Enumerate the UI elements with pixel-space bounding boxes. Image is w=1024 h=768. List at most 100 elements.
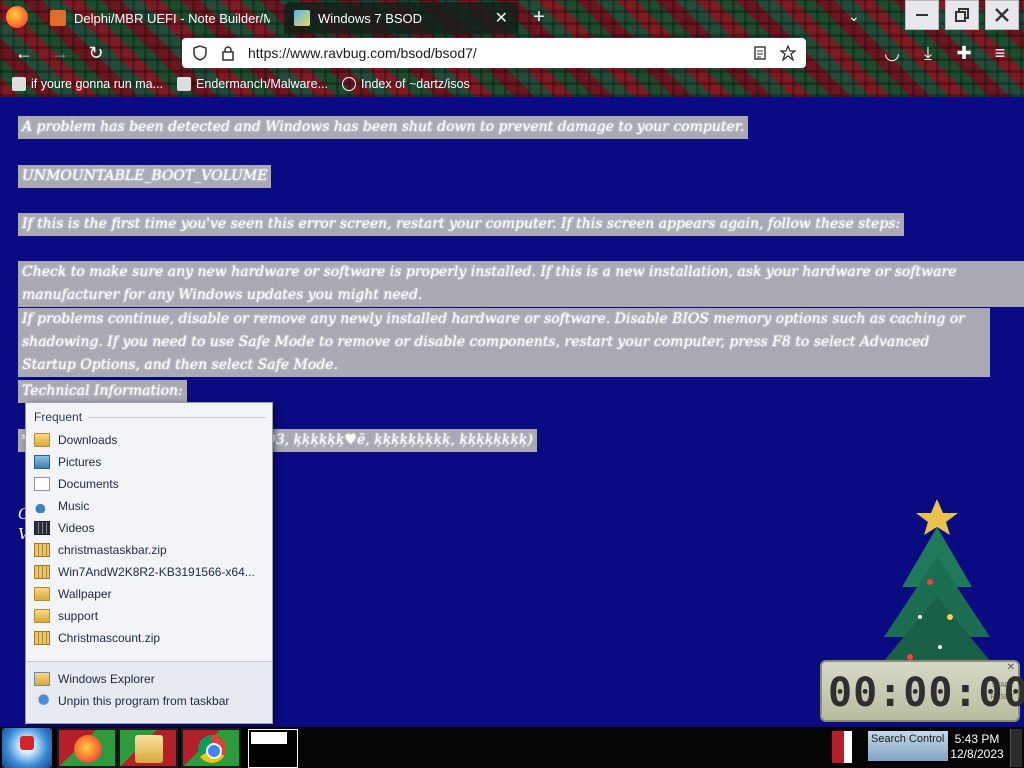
jumplist-item-label: christmastaskbar.zip xyxy=(58,543,167,557)
jumplist-task-windows-explorer[interactable]: Windows Explorer xyxy=(34,668,264,690)
jumplist-item[interactable]: Win7AndW2K8R2-KB3191566-x64... xyxy=(34,561,266,583)
start-button-santa-icon[interactable] xyxy=(2,728,52,768)
tray-flag-icon[interactable] xyxy=(832,731,852,763)
app-menu-icon[interactable]: ≡ xyxy=(990,44,1010,62)
firefox-menu-icon[interactable] xyxy=(6,6,28,28)
bookmark-label: Index of ~dartz/isos xyxy=(361,77,470,91)
bookmark-favicon-icon xyxy=(12,77,26,91)
taskbar-window-thumbnail[interactable] xyxy=(248,729,298,768)
bsod-line: Check to make sure any new hardware or s… xyxy=(18,261,1024,307)
restore-button[interactable] xyxy=(945,0,979,30)
downloads-folder-icon xyxy=(34,433,50,447)
jumplist-item-label: Downloads xyxy=(58,433,118,447)
jumplist-item-label: Win7AndW2K8R2-KB3191566-x64... xyxy=(58,565,255,579)
countdown-timer-widget[interactable]: ✕ START RESET 00:00:00 xyxy=(820,660,1024,722)
file-explorer-icon xyxy=(135,735,163,763)
jumplist-items: Downloads Pictures Documents Music Video… xyxy=(34,429,266,649)
taskbar: Search Control 5:43 PM 12/8/2023 xyxy=(0,727,1024,768)
extensions-icon[interactable]: ✚ xyxy=(954,44,974,62)
taskbar-chrome[interactable] xyxy=(181,728,241,768)
bsod-line: A problem has been detected and Windows … xyxy=(18,116,749,139)
restore-icon xyxy=(955,8,969,22)
close-icon xyxy=(995,8,1009,22)
bookmark-star-icon[interactable] xyxy=(780,45,796,61)
reader-view-icon[interactable] xyxy=(752,45,768,61)
jumplist-item[interactable]: Pictures xyxy=(34,451,266,473)
close-tab-icon[interactable]: ✕ xyxy=(495,8,508,28)
bsod-technical-heading: Technical Information: xyxy=(18,380,187,403)
tab-title: Windows 7 BSOD xyxy=(318,10,423,26)
system-clock[interactable]: 5:43 PM 12/8/2023 xyxy=(948,732,1006,762)
address-bar[interactable]: https://www.ravbug.com/bsod/bsod7/ xyxy=(182,38,806,68)
jumplist-item-label: Pictures xyxy=(58,455,102,469)
taskbar-explorer[interactable] xyxy=(118,728,178,768)
jumplist-task-label: Unpin this program from taskbar xyxy=(58,694,230,708)
jumplist-tasks: Windows Explorer Unpin this program from… xyxy=(26,661,272,723)
ravbug-favicon-icon xyxy=(294,10,310,26)
delphi-favicon-icon xyxy=(50,10,66,26)
jumplist-item[interactable]: christmastaskbar.zip xyxy=(34,539,266,561)
tab-note-builder[interactable]: Delphi/MBR UEFI - Note Builder/M xyxy=(40,2,280,34)
bookmark-item[interactable]: Endermanch/Malware... xyxy=(177,77,328,91)
zip-icon xyxy=(34,565,50,579)
documents-icon xyxy=(34,477,50,491)
jumplist-header: Frequent xyxy=(34,410,266,424)
jumplist-item[interactable]: Music xyxy=(34,495,266,517)
timer-display: 00:00:00 xyxy=(828,670,1024,716)
videos-icon xyxy=(34,521,50,535)
bsod-line: If this is the first time you've seen th… xyxy=(18,213,905,236)
list-all-tabs-icon[interactable]: ⌄ xyxy=(848,8,860,25)
jumplist-item[interactable]: Wallpaper xyxy=(34,583,266,605)
close-window-button[interactable] xyxy=(985,0,1019,30)
downloads-icon[interactable]: ⤓ xyxy=(918,44,938,62)
zip-icon xyxy=(34,543,50,557)
unpin-icon xyxy=(34,694,50,708)
jumplist-item-label: Music xyxy=(58,499,90,513)
jumplist-item[interactable]: Videos xyxy=(34,517,266,539)
clock-date: 12/8/2023 xyxy=(950,747,1004,761)
tab-title: Delphi/MBR UEFI - Note Builder/M xyxy=(74,10,270,26)
bookmark-label: Endermanch/Malware... xyxy=(196,77,329,91)
jumplist-item[interactable]: Downloads xyxy=(34,429,266,451)
url-text[interactable]: https://www.ravbug.com/bsod/bsod7/ xyxy=(248,45,740,61)
clock-time: 5:43 PM xyxy=(954,732,1000,746)
pictures-icon xyxy=(34,455,50,469)
jumplist-item[interactable]: support xyxy=(34,605,266,627)
bookmark-favicon-icon xyxy=(177,77,192,91)
tray-search-control[interactable]: Search Control xyxy=(868,731,948,761)
jumplist-task-label: Windows Explorer xyxy=(58,672,155,686)
jumplist-item[interactable]: Christmascount.zip xyxy=(34,627,266,649)
music-icon xyxy=(34,499,50,513)
jumplist-task-unpin[interactable]: Unpin this program from taskbar xyxy=(34,690,264,712)
bookmark-item[interactable]: if youre gonna run ma... xyxy=(12,77,163,91)
taskbar-firefox[interactable] xyxy=(57,728,117,768)
bsod-error-code: UNMOUNTABLE_BOOT_VOLUME xyxy=(18,165,272,188)
zip-icon xyxy=(34,631,50,645)
jumplist-item-label: Christmascount.zip xyxy=(58,631,161,645)
tab-bar: Delphi/MBR UEFI - Note Builder/M Windows… xyxy=(0,0,1024,36)
back-arrow-icon[interactable]: ← xyxy=(14,44,34,62)
firefox-icon xyxy=(74,735,102,763)
pocket-icon[interactable]: ◡ xyxy=(882,44,902,62)
jumplist-item[interactable]: Documents xyxy=(34,473,266,495)
tracking-shield-icon[interactable] xyxy=(192,45,208,61)
lock-icon[interactable] xyxy=(220,45,236,61)
show-desktop-button[interactable] xyxy=(1010,729,1022,767)
folder-icon xyxy=(34,609,50,623)
bookmark-item[interactable]: Index of ~dartz/isos xyxy=(342,77,470,91)
globe-icon xyxy=(342,77,357,91)
folder-icon xyxy=(34,587,50,601)
taskbar-jump-list: Frequent Downloads Pictures Documents Mu… xyxy=(25,402,273,724)
forward-arrow-icon[interactable]: → xyxy=(50,44,70,62)
minimize-button[interactable] xyxy=(905,0,939,30)
tab-windows-7-bsod[interactable]: Windows 7 BSOD ✕ xyxy=(284,2,518,34)
new-tab-button[interactable]: + xyxy=(528,6,550,29)
bsod-line: If problems continue, disable or remove … xyxy=(18,308,990,377)
jumplist-item-label: Videos xyxy=(58,521,95,535)
explorer-icon xyxy=(34,672,50,686)
bookmarks-toolbar: if youre gonna run ma... Endermanch/Malw… xyxy=(0,71,1024,97)
reload-icon[interactable]: ↻ xyxy=(86,44,106,62)
chrome-icon xyxy=(198,735,226,763)
minimize-icon xyxy=(916,14,928,16)
jumplist-item-label: Wallpaper xyxy=(58,587,112,601)
